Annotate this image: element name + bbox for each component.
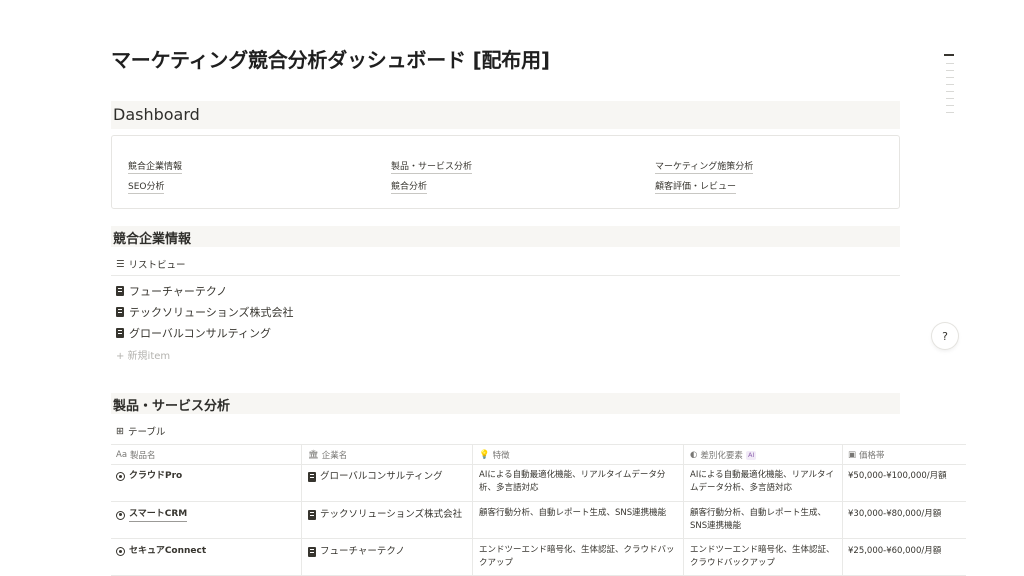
column-header-company[interactable]: 🏛 企業名 bbox=[308, 449, 347, 461]
column-header-product-name[interactable]: Aa 製品名 bbox=[116, 449, 156, 461]
price-cell[interactable]: ¥30,000-¥80,000/月額 bbox=[848, 508, 941, 521]
link-product-analysis[interactable]: 製品・サービス分析 bbox=[391, 159, 473, 174]
link-marketing-analysis[interactable]: マーケティング施策分析 bbox=[655, 159, 754, 174]
price-cell[interactable]: ¥50,000-¥100,000/月額 bbox=[848, 470, 947, 483]
differentiation-cell[interactable]: AIによる自動最適化機能、リアルタイムデータ分析、多言語対応 bbox=[690, 469, 838, 495]
column-header-features[interactable]: 💡 特徴 bbox=[479, 449, 510, 461]
view-divider bbox=[111, 275, 900, 276]
new-item-button[interactable]: + 新規item bbox=[116, 347, 170, 362]
product-name-cell[interactable]: クラウドPro bbox=[116, 470, 182, 483]
lightbulb-icon: 💡 bbox=[479, 450, 490, 460]
list-view-label: リストビュー bbox=[128, 260, 186, 271]
product-name-cell[interactable]: スマートCRM bbox=[116, 508, 188, 522]
table-row[interactable]: スマートCRM テックソリューションズ株式会社 顧客行動分析、自動レポート生成、… bbox=[111, 502, 966, 539]
notion-page: マーケティング競合分析ダッシュボード [配布用] Dashboard 競合企業情… bbox=[0, 0, 1024, 576]
ai-badge: AI bbox=[745, 450, 757, 460]
product-name-cell[interactable]: セキュアConnect bbox=[116, 545, 206, 558]
dashboard-heading: Dashboard bbox=[113, 105, 200, 124]
column-header-price[interactable]: ▣ 価格帯 bbox=[848, 449, 885, 461]
price-cell[interactable]: ¥25,000-¥60,000/月額 bbox=[848, 545, 941, 558]
differentiation-cell[interactable]: 顧客行動分析、自動レポート生成、SNS連携機能 bbox=[690, 507, 838, 533]
text-type-icon: Aa bbox=[116, 450, 128, 460]
list-item[interactable]: フューチャーテクノ bbox=[116, 283, 227, 299]
list-item[interactable]: グローバルコンサルティング bbox=[116, 325, 271, 341]
building-icon bbox=[116, 307, 124, 317]
link-competitor-info[interactable]: 競合企業情報 bbox=[128, 159, 183, 174]
help-button[interactable]: ? bbox=[932, 323, 958, 349]
help-icon: ? bbox=[942, 329, 948, 343]
building-icon bbox=[116, 286, 124, 296]
target-icon bbox=[116, 547, 125, 556]
building-icon bbox=[308, 546, 316, 557]
target-icon bbox=[116, 472, 125, 481]
products-heading-band: 製品・サービス分析 bbox=[111, 393, 900, 414]
list-item-label: テックソリューションズ株式会社 bbox=[129, 306, 294, 319]
products-heading: 製品・サービス分析 bbox=[113, 399, 231, 414]
table-header: Aa 製品名 🏛 企業名 💡 特徴 ◐ 差別化要素 AI ▣ 価格帯 bbox=[111, 444, 966, 465]
target-icon bbox=[116, 510, 125, 520]
link-seo-analysis[interactable]: SEO分析 bbox=[128, 179, 165, 194]
list-icon: ☰ bbox=[116, 258, 125, 270]
feature-cell[interactable]: 顧客行動分析、自動レポート生成、SNS連携機能 bbox=[479, 507, 679, 520]
table-view-label: テーブル bbox=[127, 427, 166, 438]
dashboard-links-box: 競合企業情報 製品・サービス分析 マーケティング施策分析 SEO分析 競合分析 … bbox=[111, 135, 900, 209]
table-view-tab[interactable]: ⊞ テーブル bbox=[116, 424, 166, 439]
company-cell[interactable]: フューチャーテクノ bbox=[308, 545, 405, 558]
feature-cell[interactable]: AIによる自動最適化機能、リアルタイムデータ分析、多言語対応 bbox=[479, 469, 679, 495]
company-cell[interactable]: グローバルコンサルティング bbox=[308, 470, 443, 483]
bank-icon: 🏛 bbox=[308, 450, 319, 460]
table-of-contents-indicator[interactable] bbox=[944, 54, 956, 119]
list-item[interactable]: テックソリューションズ株式会社 bbox=[116, 304, 294, 320]
half-circle-icon: ◐ bbox=[690, 450, 698, 460]
page-title: マーケティング競合分析ダッシュボード [配布用] bbox=[111, 48, 550, 72]
differentiation-cell[interactable]: エンドツーエンド暗号化、生体認証、クラウドバックアップ bbox=[690, 544, 838, 570]
building-icon bbox=[308, 471, 316, 482]
link-customer-reviews[interactable]: 顧客評価・レビュー bbox=[655, 179, 737, 194]
competitors-heading: 競合企業情報 bbox=[113, 232, 192, 247]
money-icon: ▣ bbox=[848, 450, 857, 460]
list-item-label: フューチャーテクノ bbox=[129, 285, 228, 298]
competitors-heading-band: 競合企業情報 bbox=[111, 226, 900, 247]
dashboard-heading-band: Dashboard bbox=[111, 101, 900, 129]
table-row[interactable]: クラウドPro グローバルコンサルティング AIによる自動最適化機能、リアルタイ… bbox=[111, 465, 966, 502]
feature-cell[interactable]: エンドツーエンド暗号化、生体認証、クラウドバックアップ bbox=[479, 544, 679, 570]
building-icon bbox=[308, 509, 316, 520]
table-row[interactable]: セキュアConnect フューチャーテクノ エンドツーエンド暗号化、生体認証、ク… bbox=[111, 539, 966, 576]
building-icon bbox=[116, 328, 124, 338]
table-icon: ⊞ bbox=[116, 425, 124, 437]
link-competitive-analysis[interactable]: 競合分析 bbox=[391, 179, 428, 194]
list-view-tab[interactable]: ☰ リストビュー bbox=[116, 257, 186, 272]
list-item-label: グローバルコンサルティング bbox=[129, 327, 272, 340]
column-header-differentiation[interactable]: ◐ 差別化要素 AI bbox=[690, 449, 757, 461]
company-cell[interactable]: テックソリューションズ株式会社 bbox=[308, 508, 462, 521]
